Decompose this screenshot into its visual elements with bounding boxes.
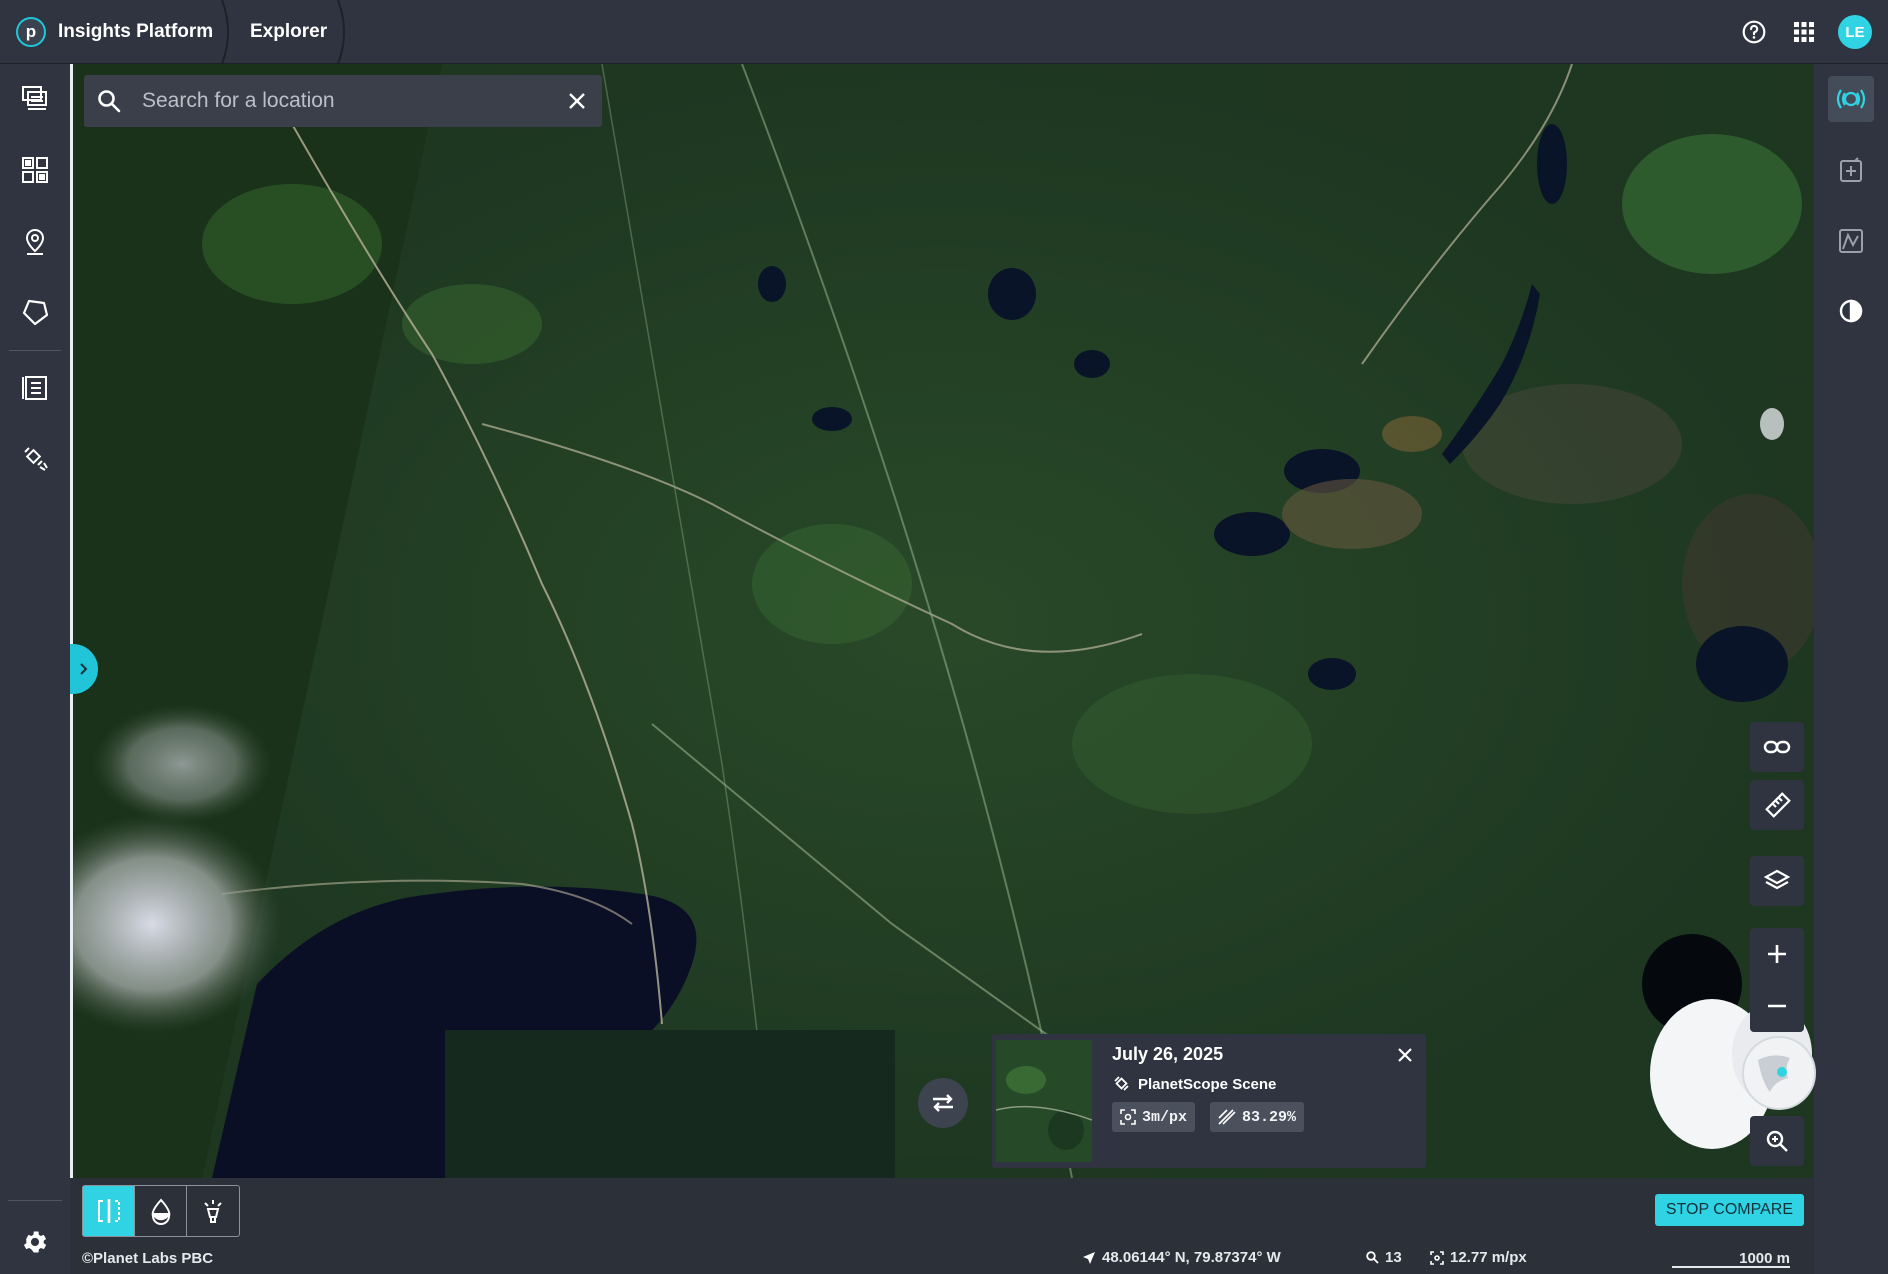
apps-grid-icon[interactable] xyxy=(1788,16,1820,48)
resolution-readout: 12.77 m/px xyxy=(1430,1249,1527,1266)
measure-button[interactable] xyxy=(1750,780,1804,830)
right-sidebar xyxy=(1814,64,1888,1274)
resolution-icon xyxy=(1120,1109,1136,1125)
plus-icon xyxy=(1768,945,1786,963)
resolution-value: 3m/px xyxy=(1142,1108,1188,1126)
search-icon xyxy=(84,89,134,113)
zoom-in-button[interactable] xyxy=(1750,928,1804,980)
feeds-icon[interactable] xyxy=(17,80,53,116)
tab-explorer[interactable]: Explorer xyxy=(250,0,327,64)
chevron-right-icon xyxy=(80,663,88,675)
swap-arrows-icon xyxy=(933,1094,953,1112)
add-annotation-icon[interactable] xyxy=(1828,148,1874,194)
zoom-magnifier-icon xyxy=(1766,1130,1788,1152)
left-sidebar xyxy=(0,64,70,1274)
chart-analysis-icon[interactable] xyxy=(1828,218,1874,264)
tab-separator xyxy=(221,0,229,64)
brand-name: Insights Platform xyxy=(58,21,214,42)
coverage-hatch-icon xyxy=(1218,1109,1236,1125)
mosaics-grid-icon[interactable] xyxy=(17,152,53,188)
scene-type-label: PlanetScope Scene xyxy=(1138,1075,1277,1093)
satellite-imagery xyxy=(72,64,1814,1178)
zoom-readout: 13 xyxy=(1366,1249,1402,1266)
compare-split-button[interactable] xyxy=(83,1186,135,1236)
planet-logo-icon: p xyxy=(16,17,46,47)
brand[interactable]: p Insights Platform xyxy=(16,14,213,50)
tab-separator xyxy=(337,0,345,64)
bottom-toolbar: STOP COMPARE xyxy=(72,1178,1814,1242)
areas-polygon-icon[interactable] xyxy=(17,294,53,330)
coordinates-value: 48.06144° N, 79.87374° W xyxy=(1102,1249,1281,1266)
overview-globe[interactable] xyxy=(1742,1036,1816,1110)
opacity-drop-icon xyxy=(151,1198,170,1225)
satellite-icon xyxy=(1114,1076,1129,1091)
split-view-icon xyxy=(97,1199,120,1223)
resolution-badge: 3m/px xyxy=(1112,1102,1196,1132)
location-arrow-icon xyxy=(1083,1251,1095,1264)
settings-button[interactable] xyxy=(15,1222,55,1262)
layers-button[interactable] xyxy=(1750,856,1804,906)
scene-date: July 26, 2025 xyxy=(1112,1044,1224,1064)
compare-divider-line[interactable] xyxy=(70,64,73,1178)
status-bar: ©Planet Labs PBC 48.06144° N, 79.87374° … xyxy=(72,1242,1814,1274)
coverage-value: 83.29% xyxy=(1242,1108,1297,1126)
swap-compare-button[interactable] xyxy=(918,1078,968,1128)
clear-search-icon[interactable] xyxy=(552,92,602,110)
zoom-level-icon xyxy=(1366,1251,1379,1264)
compare-image-panel xyxy=(445,1030,895,1178)
layers-icon xyxy=(1763,869,1791,890)
zoom-out-button[interactable] xyxy=(1750,980,1804,1032)
sidebar-divider xyxy=(9,350,61,351)
link-icon xyxy=(1763,740,1791,754)
resolution-readout-value: 12.77 m/px xyxy=(1450,1249,1527,1266)
scene-info-card: July 26, 2025 PlanetScope Scene 3m/px 83… xyxy=(992,1034,1426,1168)
satellite-map[interactable] xyxy=(72,64,1814,1178)
coordinates-readout: 48.06144° N, 79.87374° W xyxy=(1082,1249,1281,1266)
reports-icon[interactable] xyxy=(17,370,53,406)
minus-icon xyxy=(1768,1004,1786,1008)
scene-type: PlanetScope Scene xyxy=(1112,1074,1276,1094)
pixel-size-icon xyxy=(1430,1250,1444,1265)
opacity-button[interactable] xyxy=(135,1186,187,1236)
gear-icon xyxy=(23,1231,47,1253)
places-pin-icon[interactable] xyxy=(17,224,53,260)
attribution: ©Planet Labs PBC xyxy=(82,1250,214,1267)
spotlight-icon xyxy=(204,1200,222,1223)
tasking-satellite-icon[interactable] xyxy=(17,440,53,476)
stop-compare-button[interactable]: STOP COMPARE xyxy=(1654,1194,1804,1226)
location-search xyxy=(84,75,602,127)
time-lapse-icon[interactable] xyxy=(1828,288,1874,334)
coverage-badge: 83.29% xyxy=(1210,1102,1305,1132)
share-link-button[interactable] xyxy=(1750,722,1804,772)
ruler-icon xyxy=(1765,792,1791,818)
visualization-tools xyxy=(82,1185,240,1237)
close-scene-button[interactable] xyxy=(1392,1042,1418,1068)
help-icon[interactable] xyxy=(1738,16,1770,48)
close-icon xyxy=(1398,1048,1412,1062)
compare-view-icon[interactable] xyxy=(1828,76,1874,122)
spotlight-button[interactable] xyxy=(187,1186,239,1236)
settings-divider xyxy=(8,1200,62,1201)
globe-icon xyxy=(1758,1055,1790,1092)
zoom-to-button[interactable] xyxy=(1750,1116,1804,1166)
search-input[interactable] xyxy=(134,75,552,127)
scale-bar: 1000 m xyxy=(1672,1250,1790,1268)
top-bar: p Insights Platform Explorer LE xyxy=(0,0,1888,64)
user-avatar[interactable]: LE xyxy=(1838,15,1872,49)
zoom-value: 13 xyxy=(1385,1249,1402,1266)
scene-thumbnail[interactable] xyxy=(996,1040,1092,1162)
